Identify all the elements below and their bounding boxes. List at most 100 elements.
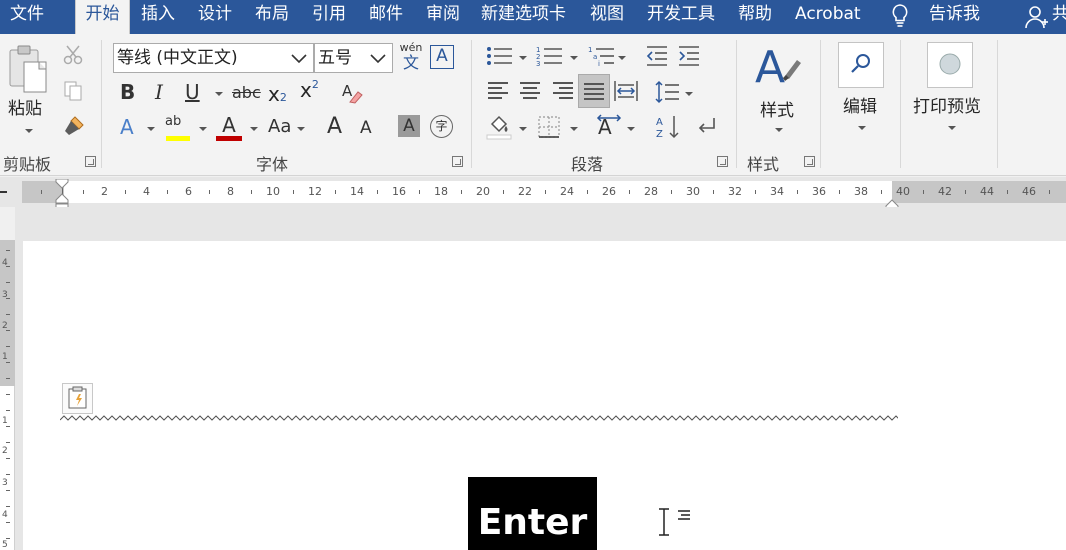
underline-button[interactable]: U xyxy=(185,82,200,102)
underline-dropdown-caret[interactable] xyxy=(215,92,223,96)
show-paragraph-marks-icon[interactable] xyxy=(694,114,720,140)
change-case-button[interactable]: Aa xyxy=(268,118,291,136)
clipboard-dialog-launcher[interactable] xyxy=(85,156,96,167)
styles-dropdown-caret[interactable] xyxy=(775,128,783,132)
tab-file[interactable]: 文件 xyxy=(10,0,44,34)
numbering-icon[interactable]: 123 xyxy=(536,45,564,68)
shrink-font-button[interactable]: A xyxy=(360,120,372,137)
font-size-value: 五号 xyxy=(318,48,352,68)
font-size-combo[interactable]: 五号 xyxy=(314,43,393,73)
numbering-dropdown-caret[interactable] xyxy=(570,56,578,60)
align-center-icon[interactable] xyxy=(520,82,540,102)
editing-button-label[interactable]: 编辑 xyxy=(843,92,877,117)
text-effects-dropdown-caret[interactable] xyxy=(147,127,155,131)
editing-button[interactable] xyxy=(838,42,884,88)
paragraph-dialog-launcher[interactable] xyxy=(717,156,728,167)
bold-button[interactable]: B xyxy=(120,82,135,102)
tab-design[interactable]: 设计 xyxy=(198,0,232,34)
styles-button-label[interactable]: 样式 xyxy=(760,96,794,121)
tab-acrobat[interactable]: Acrobat xyxy=(795,0,861,34)
editing-dropdown-caret[interactable] xyxy=(858,126,866,130)
ruler-number: 30 xyxy=(686,185,700,198)
tab-references[interactable]: 引用 xyxy=(312,0,346,34)
print-preview-label[interactable]: 打印预览 xyxy=(913,92,981,117)
vertical-ruler-tick xyxy=(6,458,10,459)
tab-layout[interactable]: 布局 xyxy=(255,0,289,34)
grow-font-button[interactable]: A xyxy=(327,116,342,138)
format-painter-icon[interactable] xyxy=(62,114,86,138)
superscript-button[interactable]: x2 xyxy=(300,78,319,102)
multilevel-list-icon[interactable]: 1ai xyxy=(588,45,616,68)
font-color-dropdown-caret[interactable] xyxy=(250,127,258,131)
shading-bucket-icon[interactable] xyxy=(486,114,512,140)
chevron-down-icon xyxy=(291,54,307,64)
text-effects-button[interactable]: A xyxy=(120,117,134,137)
multilevel-dropdown-caret[interactable] xyxy=(618,56,626,60)
change-case-dropdown-caret[interactable] xyxy=(297,127,305,131)
tab-home[interactable]: 开始 xyxy=(75,0,130,34)
line-spacing-dropdown-caret[interactable] xyxy=(685,92,693,96)
copy-icon[interactable] xyxy=(62,80,84,102)
highlight-dropdown-caret[interactable] xyxy=(199,127,207,131)
italic-button[interactable]: I xyxy=(155,82,163,102)
justify-button[interactable] xyxy=(578,74,610,108)
phonetic-guide-button[interactable]: wén 文 xyxy=(398,42,424,72)
clear-formatting-icon[interactable]: A xyxy=(340,80,364,104)
ruler-number: 16 xyxy=(392,185,406,198)
bullets-dropdown-caret[interactable] xyxy=(519,56,527,60)
print-preview-dropdown-caret[interactable] xyxy=(948,126,956,130)
tab-developer[interactable]: 开发工具 xyxy=(647,0,715,34)
sort-icon[interactable]: AZ xyxy=(655,114,681,140)
enclose-characters-button[interactable]: 字 xyxy=(430,115,453,138)
strikethrough-button[interactable]: abc xyxy=(232,85,261,101)
chinese-layout-icon[interactable]: A xyxy=(596,114,624,140)
cut-icon[interactable] xyxy=(62,44,84,66)
highlight-button[interactable]: ab xyxy=(165,114,193,142)
horizontal-ruler[interactable]: 2 4 6 8 10 12 14 16 18 20 22 24 26 28 30 32 34 36 38 40 42 44… xyxy=(0,177,1066,214)
styles-dialog-launcher[interactable] xyxy=(804,156,815,167)
subscript-button[interactable]: x2 xyxy=(268,82,287,106)
line-spacing-icon[interactable] xyxy=(655,80,681,104)
vertical-ruler-tick xyxy=(6,250,10,251)
character-shading-button[interactable]: A xyxy=(398,115,420,137)
styles-gallery-icon[interactable]: A xyxy=(755,42,801,93)
share-label[interactable]: 共 xyxy=(1052,0,1066,34)
tab-insert[interactable]: 插入 xyxy=(141,0,175,34)
share-person-icon[interactable] xyxy=(1025,4,1049,34)
borders-dropdown-caret[interactable] xyxy=(570,127,578,131)
vertical-ruler-tick xyxy=(6,362,10,363)
font-color-button[interactable]: A xyxy=(216,114,242,142)
print-preview-button[interactable] xyxy=(927,42,973,88)
align-right-icon[interactable] xyxy=(553,82,573,102)
tab-mailings[interactable]: 邮件 xyxy=(369,0,403,34)
tab-stop-selector[interactable] xyxy=(0,177,10,207)
increase-indent-icon[interactable] xyxy=(677,45,701,67)
shading-dropdown-caret[interactable] xyxy=(519,127,527,131)
decrease-indent-icon[interactable] xyxy=(645,45,669,67)
lightbulb-icon[interactable] xyxy=(890,2,910,34)
chinese-layout-dropdown-caret[interactable] xyxy=(627,127,635,131)
ruler-number: 42 xyxy=(938,185,952,198)
font-dialog-launcher[interactable] xyxy=(452,156,463,167)
align-left-icon[interactable] xyxy=(488,82,508,102)
tab-review[interactable]: 审阅 xyxy=(426,0,460,34)
vertical-ruler[interactable]: 432112345 xyxy=(0,240,15,550)
ruler-number: 24 xyxy=(560,185,574,198)
svg-text:Z: Z xyxy=(656,129,663,140)
font-color-glyph: A xyxy=(222,113,236,137)
bullets-icon[interactable] xyxy=(486,45,514,67)
ruler-tick xyxy=(671,190,672,194)
borders-icon[interactable] xyxy=(538,116,560,138)
tab-view[interactable]: 视图 xyxy=(590,0,624,34)
superscript-main: x xyxy=(300,78,312,102)
ruler-tick xyxy=(503,190,504,194)
font-name-combo[interactable]: 等线 (中文正文) xyxy=(113,43,314,73)
character-border-button[interactable]: A xyxy=(430,45,454,69)
tab-help[interactable]: 帮助 xyxy=(738,0,772,34)
tell-me-search[interactable]: 告诉我 xyxy=(929,0,980,34)
vertical-ruler-tick xyxy=(6,282,10,283)
paste-dropdown-caret[interactable] xyxy=(25,129,33,133)
tab-new-tab[interactable]: 新建选项卡 xyxy=(481,0,566,34)
distributed-icon[interactable] xyxy=(614,80,638,102)
paste-options-button[interactable] xyxy=(62,383,93,414)
